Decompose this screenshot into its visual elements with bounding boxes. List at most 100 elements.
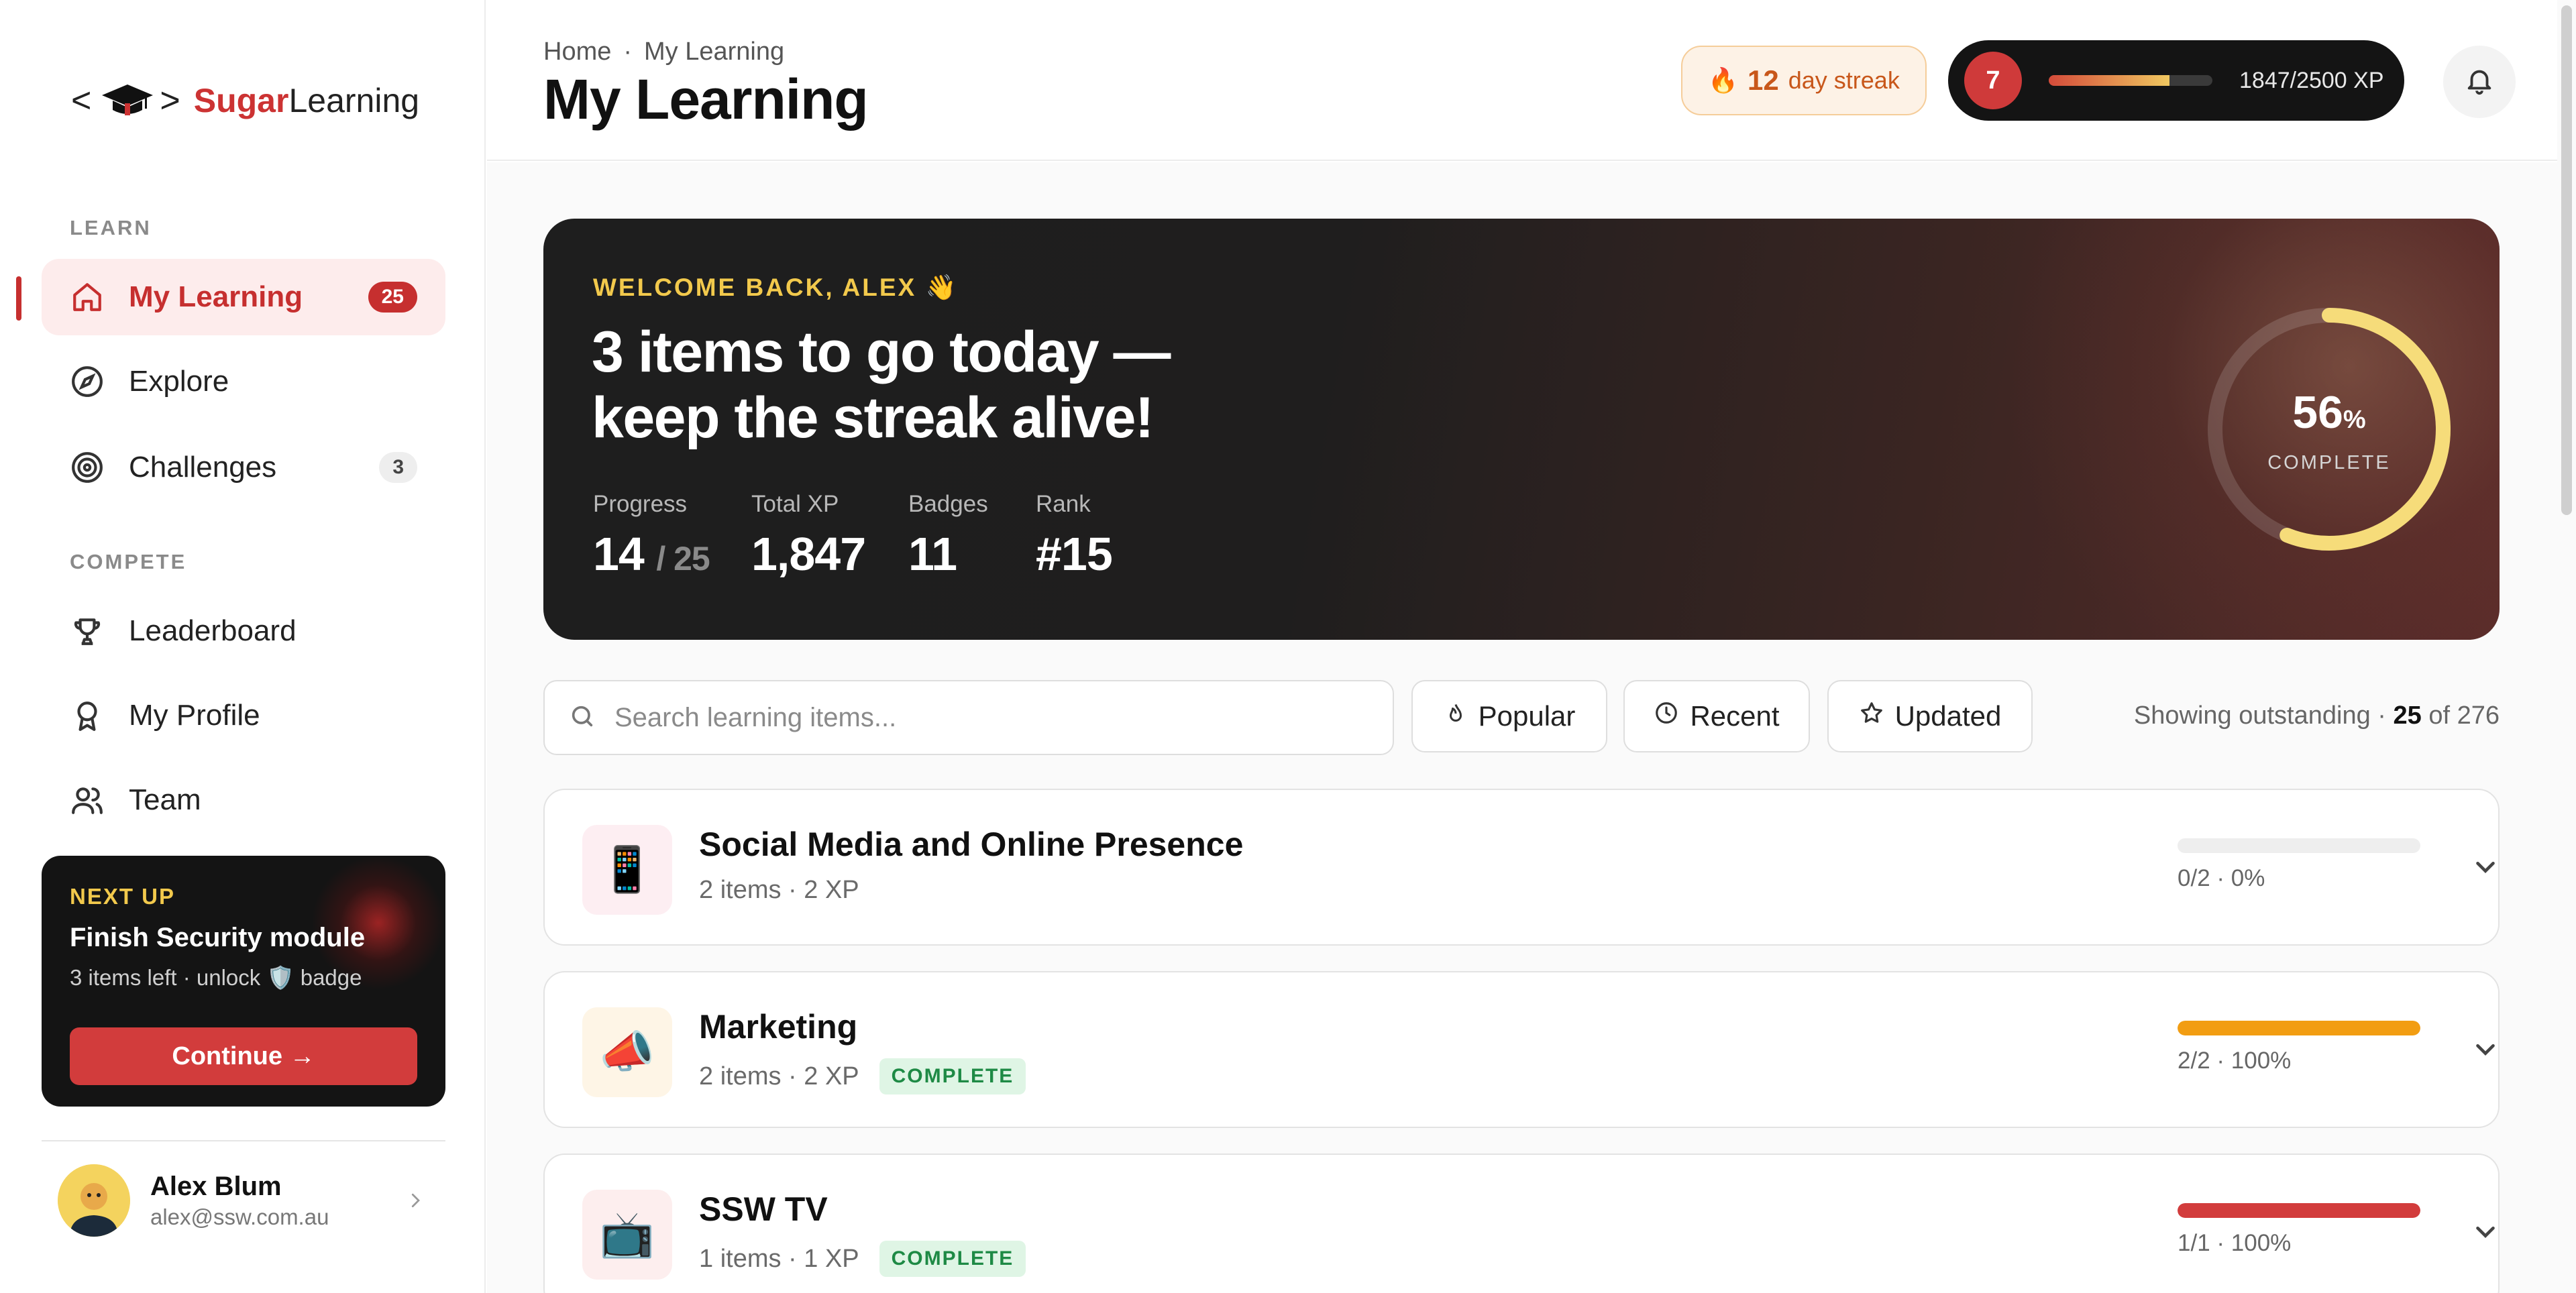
logo-bracket-right: > [160,81,184,120]
chevron-right-icon [405,1187,425,1217]
ring-percent-value: 56 [2292,387,2343,438]
row-meta: 2 items · 2 XP [699,876,859,905]
stat-total-xp: Total XP 1,847 [751,491,908,581]
stat-value: 1,847 [751,528,866,580]
bell-icon [2464,65,2495,99]
row-title: Social Media and Online Presence [699,826,1244,863]
learning-row[interactable]: 📺 SSW TV 1 items · 1 XP COMPLETE 1/1 · 1… [543,1154,2500,1293]
learning-row[interactable]: 📣 Marketing 2 items · 2 XP COMPLETE 2/2 … [543,971,2500,1128]
row-meta-text: 2 items · 2 XP [699,1062,859,1090]
filter-chip-popular[interactable]: Popular [1411,680,1607,752]
target-icon [70,450,105,485]
hero-headline: 3 items to go today — keep the streak al… [592,320,1171,450]
learning-row[interactable]: 📱 Social Media and Online Presence 2 ite… [543,789,2500,946]
main-content: WELCOME BACK, ALEX 👋 3 items to go today… [487,162,2557,1293]
sidebar-item-my-learning[interactable]: My Learning 25 [42,259,445,335]
next-up-title: Finish Security module [70,923,366,952]
active-indicator [16,276,21,321]
level-badge: 7 [1964,52,2022,109]
sidebar-item-label: Challenges [129,451,277,484]
stat-progress: Progress 14 / 25 [593,491,751,581]
shield-icon: 🛡️ [266,965,294,990]
section-label-compete: COMPETE [70,550,187,573]
streak-label: day streak [1788,66,1900,94]
results-suffix: of 276 [2428,701,2500,730]
continue-button[interactable]: Continue → [70,1027,417,1085]
stat-rank: Rank #15 [1036,491,1170,581]
row-meta-text: 2 items · 2 XP [699,876,859,904]
chevron-down-icon[interactable] [2470,852,2501,886]
stat-value-suffix: / 25 [656,540,710,577]
home-icon [70,280,105,315]
chevron-down-icon[interactable] [2470,1034,2501,1068]
sidebar-item-challenges[interactable]: Challenges 3 [42,429,445,506]
row-meta-text: 1 items · 1 XP [699,1244,859,1273]
row-meta: 1 items · 1 XP COMPLETE [699,1241,1026,1277]
sidebar-item-label: My Learning [129,280,303,313]
phone-icon: 📱 [582,825,672,915]
sidebar-item-leaderboard[interactable]: Leaderboard [42,593,445,669]
clock-icon [1654,700,1679,732]
trophy-icon [70,614,105,649]
sidebar-item-count: 25 [368,282,417,313]
notifications-button[interactable] [2443,46,2516,118]
stat-value: 14 / 25 [593,527,751,581]
breadcrumb: Home · My Learning [543,38,784,66]
sidebar-item-team[interactable]: Team [42,762,445,838]
breadcrumb-home[interactable]: Home [543,38,611,66]
scrollbar[interactable] [2557,0,2576,1293]
logo-mark: < > [71,80,184,121]
ring-percent-sign: % [2343,406,2366,434]
next-up-card: NEXT UP Finish Security module 3 items l… [42,856,445,1107]
chevron-down-icon[interactable] [2470,1217,2501,1251]
row-progress-text: 0/2 · 0% [2178,865,2265,891]
sidebar-item-explore[interactable]: Explore [42,343,445,420]
stat-label: Progress [593,491,688,517]
filter-chip-recent[interactable]: Recent [1623,680,1810,752]
page-header: Home · My Learning My Learning 🔥 12 day … [487,0,2557,161]
page-title: My Learning [543,68,869,131]
megaphone-icon: 📣 [582,1007,672,1097]
stat-badges: Badges 11 [908,491,1036,581]
xp-label: 1847/2500 XP [2239,67,2384,93]
award-icon [70,698,105,733]
filter-chip-updated[interactable]: Updated [1827,680,2033,752]
divider [42,1140,445,1141]
xp-progress-pill[interactable]: 7 1847/2500 XP [1948,40,2404,121]
search-input[interactable] [614,702,1352,733]
row-progress-bar [2178,1203,2420,1218]
user-profile-menu[interactable]: Alex Blum alex@ssw.com.au [42,1154,445,1247]
ring-caption: COMPLETE [2267,452,2391,473]
row-meta: 2 items · 2 XP COMPLETE [699,1058,1026,1094]
chip-label: Recent [1690,700,1780,732]
avatar [58,1164,130,1237]
fire-icon: 🔥 [1708,66,1739,94]
brand-name-b: Learning [288,82,420,119]
sidebar-item-my-profile[interactable]: My Profile [42,677,445,754]
users-icon [70,783,105,818]
results-prefix: Showing outstanding · [2133,701,2386,730]
row-progress-text: 2/2 · 100% [2178,1048,2292,1074]
row-progress-fill [2178,1021,2420,1035]
sidebar-item-label: Team [129,783,201,816]
row-title: SSW TV [699,1190,828,1228]
compass-icon [70,364,105,399]
row-progress-bar [2178,838,2420,853]
tv-icon: 📺 [582,1190,672,1280]
search-box[interactable] [543,680,1394,755]
streak-badge[interactable]: 🔥 12 day streak [1681,46,1927,115]
chip-label: Popular [1478,700,1576,732]
stat-label: Badges [908,491,988,517]
row-progress-bar [2178,1021,2420,1035]
brand-logo[interactable]: < > SugarLearning [71,74,419,127]
breadcrumb-current: My Learning [644,38,785,66]
logo-bracket-left: < [71,81,96,120]
sidebar-item-label: My Profile [129,699,260,732]
stat-value: #15 [1036,528,1113,580]
section-label-learn: LEARN [70,216,152,239]
welcome-label: WELCOME BACK, ALEX 👋 [593,274,959,301]
scrollbar-thumb[interactable] [2561,5,2572,515]
user-email: alex@ssw.com.au [150,1204,329,1229]
results-count-value: 25 [2393,701,2422,730]
graduation-cap-icon [102,85,154,115]
